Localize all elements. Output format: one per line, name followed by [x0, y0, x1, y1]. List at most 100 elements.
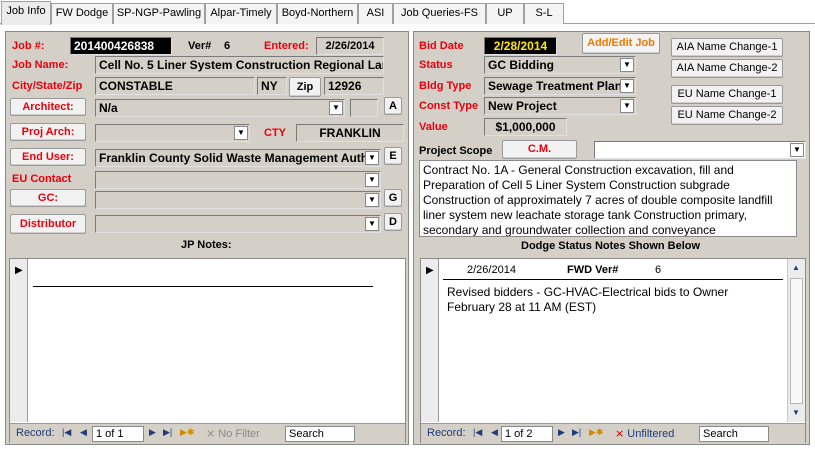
eu-name-change-2-button[interactable]: EU Name Change-2: [671, 106, 783, 125]
dropdown-arrow-icon[interactable]: ▼: [620, 58, 634, 72]
zip-button[interactable]: Zip: [289, 77, 321, 97]
architect-a-button[interactable]: A: [384, 97, 402, 115]
dropdown-arrow-icon[interactable]: ▼: [365, 217, 379, 231]
architect-button[interactable]: Architect:: [10, 98, 86, 116]
dropdown-arrow-icon[interactable]: ▼: [365, 173, 379, 187]
scroll-down-icon[interactable]: ▼: [792, 408, 800, 417]
tab-bar: Job Info FW Dodge SP-NGP-Pawling Alpar-T…: [0, 0, 815, 25]
filter-label: No Filter: [218, 428, 260, 440]
record-label: Record:: [427, 427, 466, 439]
bldg-type-label: Bldg Type: [419, 80, 472, 92]
vertical-scrollbar[interactable]: ▲ ▼: [787, 259, 805, 422]
tab-job-queries-fs[interactable]: Job Queries-FS: [393, 3, 486, 24]
const-type-value: New Project: [488, 99, 557, 113]
gc-combo[interactable]: ▼: [95, 191, 381, 209]
tab-alpar-timely[interactable]: Alpar-Timely: [205, 3, 277, 24]
search-box[interactable]: Search: [699, 426, 769, 442]
status-value: GC Bidding: [488, 58, 554, 72]
next-record-icon[interactable]: ▶: [558, 427, 565, 438]
job-number-field[interactable]: 201400426838: [70, 37, 172, 55]
bid-details-panel: Bid Date 2/28/2014 Add/Edit Job Status G…: [413, 31, 810, 445]
previous-record-icon[interactable]: ◀: [491, 427, 498, 438]
tab-asi[interactable]: ASI: [358, 3, 393, 24]
end-user-combo[interactable]: Franklin County Solid Waste Management A…: [95, 149, 381, 167]
distributor-button[interactable]: Distributor: [10, 214, 86, 234]
end-user-e-button[interactable]: E: [384, 147, 402, 165]
unfiltered-icon: ⨯: [615, 428, 625, 440]
jp-notes-title: JP Notes:: [181, 239, 232, 251]
eu-contact-combo[interactable]: ▼: [95, 171, 381, 189]
const-type-combo[interactable]: New Project ▼: [484, 97, 636, 115]
new-record-icon[interactable]: ▶✱: [180, 427, 194, 438]
tab-fw-dodge[interactable]: FW Dodge: [51, 3, 113, 24]
dropdown-arrow-icon[interactable]: ▼: [329, 101, 343, 115]
record-position-field[interactable]: 1 of 1: [92, 426, 144, 442]
eu-contact-label: EU Contact: [12, 173, 72, 185]
proj-arch-button[interactable]: Proj Arch:: [10, 123, 86, 141]
gc-button[interactable]: GC:: [10, 189, 86, 207]
city-state-zip-label: City/State/Zip: [12, 80, 83, 92]
bid-date-label: Bid Date: [419, 40, 464, 52]
value-field[interactable]: $1,000,000: [484, 118, 567, 136]
entered-date-field[interactable]: 2/26/2014: [316, 37, 384, 55]
record-navigation-bar: Record: |◀ ◀ 1 of 1 ▶ ▶| ▶✱ ⨯ No Filter …: [10, 423, 405, 443]
project-scope-label: Project Scope: [419, 145, 493, 157]
end-user-value: Franklin County Solid Waste Management A…: [99, 151, 376, 165]
first-record-icon[interactable]: |◀: [62, 427, 71, 438]
scroll-up-icon[interactable]: ▲: [792, 263, 800, 272]
distributor-d-button[interactable]: D: [384, 213, 402, 231]
record-selector[interactable]: ▶: [10, 259, 28, 422]
architect-code-field[interactable]: [350, 99, 378, 117]
job-name-field[interactable]: Cell No. 5 Liner System Construction Reg…: [95, 56, 384, 74]
gc-g-button[interactable]: G: [384, 189, 402, 207]
new-record-icon[interactable]: ▶✱: [589, 427, 603, 438]
tab-s-l[interactable]: S-L: [524, 3, 564, 24]
distributor-combo[interactable]: ▼: [95, 215, 381, 233]
eu-name-change-1-button[interactable]: EU Name Change-1: [671, 85, 783, 104]
aia-name-change-2-button[interactable]: AIA Name Change-2: [671, 59, 783, 78]
cm-combo[interactable]: ▼: [594, 141, 806, 159]
dropdown-arrow-icon[interactable]: ▼: [234, 126, 248, 140]
record-navigation-bar: Record: |◀ ◀ 1 of 2 ▶ ▶| ▶✱ ⨯ Unfiltered…: [421, 423, 805, 443]
zip-field[interactable]: 12926: [324, 77, 384, 95]
cm-button[interactable]: C.M.: [502, 140, 577, 159]
next-record-icon[interactable]: ▶: [149, 427, 156, 438]
dropdown-arrow-icon[interactable]: ▼: [365, 193, 379, 207]
bldg-type-combo[interactable]: Sewage Treatment Plan ▼: [484, 77, 636, 95]
last-record-icon[interactable]: ▶|: [163, 427, 172, 438]
proj-arch-combo[interactable]: ▼: [95, 124, 250, 142]
record-position-field[interactable]: 1 of 2: [501, 426, 553, 442]
tab-boyd-northern[interactable]: Boyd-Northern: [277, 3, 358, 24]
tab-up[interactable]: UP: [486, 3, 524, 24]
record-selector[interactable]: ▶: [421, 259, 439, 422]
filter-status[interactable]: ⨯ Unfiltered: [615, 427, 674, 440]
search-box[interactable]: Search: [285, 426, 355, 442]
filter-status[interactable]: ⨯ No Filter: [206, 427, 260, 440]
current-record-arrow-icon: ▶: [15, 265, 23, 276]
add-edit-job-button[interactable]: Add/Edit Job: [582, 33, 660, 54]
aia-name-change-1-button[interactable]: AIA Name Change-1: [671, 38, 783, 57]
note-text[interactable]: Revised bidders - GC-HVAC-Electrical bid…: [447, 285, 757, 315]
dodge-notes-subform: ▶ 2/26/2014 FWD Ver# 6 Revised bidders -…: [420, 258, 806, 443]
jp-notes-subform: ▶ Record: |◀ ◀ 1 of 1 ▶ ▶| ▶✱ ⨯ No Filte…: [9, 258, 406, 443]
first-record-icon[interactable]: |◀: [473, 427, 482, 438]
previous-record-icon[interactable]: ◀: [80, 427, 87, 438]
last-record-icon[interactable]: ▶|: [572, 427, 581, 438]
dropdown-arrow-icon[interactable]: ▼: [365, 151, 379, 165]
note-fwd-value: 6: [655, 264, 662, 276]
dropdown-arrow-icon[interactable]: ▼: [790, 143, 804, 157]
record-label: Record:: [16, 427, 55, 439]
project-scope-text[interactable]: Contract No. 1A - General Construction e…: [419, 160, 797, 237]
tab-job-info[interactable]: Job Info: [1, 1, 51, 25]
county-field[interactable]: FRANKLIN: [296, 124, 404, 142]
bid-date-field[interactable]: 2/28/2014: [484, 37, 557, 55]
end-user-button[interactable]: End User:: [10, 148, 86, 166]
dropdown-arrow-icon[interactable]: ▼: [620, 79, 634, 93]
scrollbar-thumb[interactable]: [790, 278, 803, 404]
dropdown-arrow-icon[interactable]: ▼: [620, 99, 634, 113]
architect-combo[interactable]: N/a ▼: [95, 99, 345, 117]
state-field[interactable]: NY: [257, 77, 287, 95]
city-field[interactable]: CONSTABLE: [95, 77, 255, 95]
status-combo[interactable]: GC Bidding ▼: [484, 56, 636, 74]
tab-sp-ngp-pawling[interactable]: SP-NGP-Pawling: [113, 3, 205, 24]
